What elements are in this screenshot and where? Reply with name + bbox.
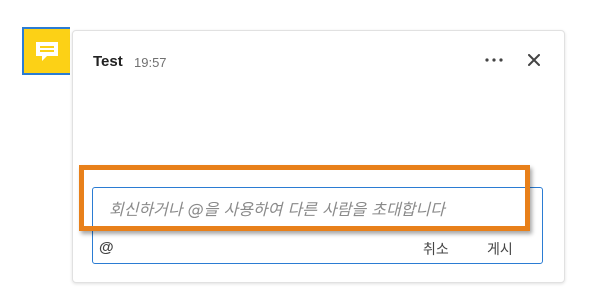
comment-anchor-icon[interactable] <box>22 27 70 75</box>
comment-timestamp: 19:57 <box>134 55 167 70</box>
cancel-button[interactable]: 취소 <box>423 239 449 259</box>
more-options-button[interactable] <box>479 49 509 71</box>
comment-author: Test <box>93 53 123 70</box>
mention-button[interactable]: @ <box>99 239 114 256</box>
close-button[interactable] <box>521 49 547 71</box>
close-icon <box>528 54 540 66</box>
comment-icon <box>36 42 58 61</box>
reply-box: @ 취소 게시 <box>92 187 543 264</box>
comment-pane: Test 19:57 @ 취소 게시 <box>0 0 599 301</box>
comment-card: Test 19:57 @ 취소 게시 <box>72 30 565 283</box>
more-horizontal-icon <box>485 58 503 62</box>
reply-input[interactable] <box>109 196 529 222</box>
post-button[interactable]: 게시 <box>487 239 513 259</box>
